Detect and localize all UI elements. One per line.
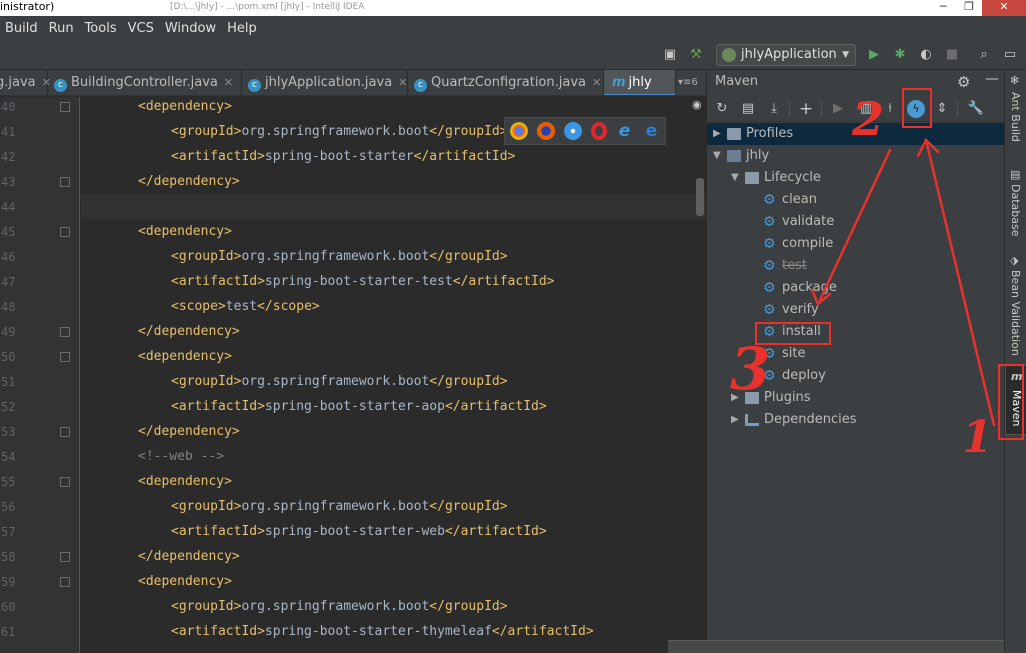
- arrow-to-skip-tests: [924, 138, 996, 427]
- annotation-arrows: [810, 137, 996, 427]
- arrow-to-install: [818, 148, 892, 302]
